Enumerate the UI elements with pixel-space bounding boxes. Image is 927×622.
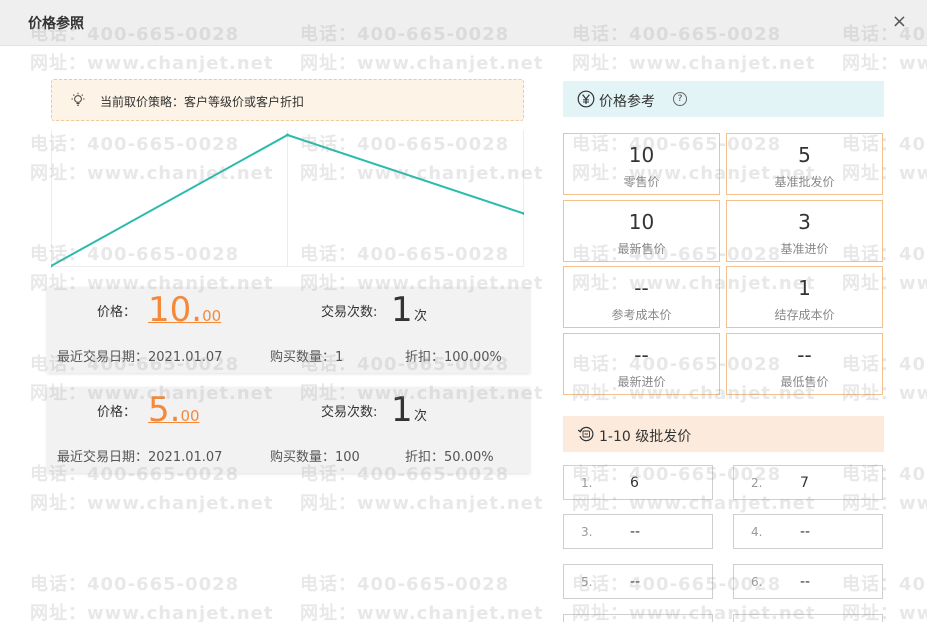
wholesale-price-field[interactable]: 1. 6 <box>563 465 713 500</box>
price-value: 3 <box>798 210 811 234</box>
price-value: -- <box>634 276 649 300</box>
wholesale-levels-title: 1-10 级批发价 <box>599 429 692 445</box>
level-price: 6 <box>630 475 639 491</box>
latest-purchase-price-box: -- 最新进价 <box>563 333 720 395</box>
last-transaction-date: 最近交易日期：2021.01.07 <box>57 350 223 365</box>
price-value: 5 <box>798 143 811 167</box>
price-name: 结存成本价 <box>774 308 835 322</box>
watermark-site: 网址：www.chanjet.net <box>30 53 274 74</box>
watermark-site: 网址：www.chanjet.net <box>300 603 544 622</box>
yen-circle-icon <box>577 90 595 108</box>
price-name: 最低售价 <box>780 375 829 389</box>
base-purchase-price-box: 3 基准进价 <box>726 200 883 262</box>
purchase-quantity: 购买数量：1 <box>270 350 344 365</box>
help-icon[interactable]: ? <box>673 92 687 106</box>
last-transaction-date: 最近交易日期：2021.01.07 <box>57 450 223 465</box>
wholesale-price-field[interactable]: 3. -- <box>563 514 713 549</box>
price-name: 基准批发价 <box>774 175 835 189</box>
price-name: 参考成本价 <box>611 308 672 322</box>
price-name: 基准进价 <box>780 242 829 256</box>
price-value: 10 <box>628 210 655 234</box>
level-index: 3. <box>581 525 593 539</box>
transaction-record-card[interactable]: 价格： 5.00 交易次数: 1 次 最近交易日期：2021.01.07 购买数… <box>47 387 530 473</box>
price-name: 最新售价 <box>617 242 666 256</box>
level-index: 6. <box>751 575 763 589</box>
price-reference-title: 价格参考 <box>599 94 655 110</box>
wholesale-price-field[interactable]: 5. -- <box>563 564 713 599</box>
watermark-site: 网址：www.chanjet.net <box>300 493 544 514</box>
dialog-titlebar: 价格参照 × <box>0 0 927 46</box>
price-value: 10 <box>628 143 655 167</box>
transaction-count-label: 交易次数: <box>321 305 378 320</box>
wholesale-price-field[interactable]: 4. -- <box>733 514 883 549</box>
close-icon[interactable]: × <box>892 12 907 32</box>
watermark-site: 网址：www.chanjet.net <box>842 53 927 74</box>
wholesale-level-icon <box>577 426 594 442</box>
transaction-count: 1 <box>391 390 413 430</box>
transaction-price[interactable]: 5.00 <box>148 393 200 427</box>
discount: 折扣：50.00% <box>405 450 494 465</box>
price-reference-header: 价格参考 ? <box>563 81 884 117</box>
level-price: 7 <box>800 475 809 491</box>
level-price: -- <box>800 524 811 540</box>
wholesale-price-field[interactable]: 6. -- <box>733 564 883 599</box>
wholesale-price-field[interactable] <box>733 614 883 622</box>
reference-cost-price-box: -- 参考成本价 <box>563 266 720 328</box>
stock-cost-price-box: 1 结存成本价 <box>726 266 883 328</box>
price-value: -- <box>634 343 649 367</box>
transaction-count-unit: 次 <box>414 309 428 324</box>
price-label: 价格： <box>97 305 137 320</box>
price-value: 1 <box>798 276 811 300</box>
transaction-count-unit: 次 <box>414 409 428 424</box>
discount: 折扣：100.00% <box>405 350 502 365</box>
price-label: 价格： <box>97 405 137 420</box>
level-index: 2. <box>751 476 763 490</box>
price-data-point[interactable] <box>286 133 289 137</box>
dialog-title: 价格参照 <box>28 16 84 32</box>
level-index: 1. <box>581 476 593 490</box>
pricing-strategy-text: 当前取价策略：客户等级价或客户折扣 <box>100 95 305 109</box>
price-value: -- <box>797 343 812 367</box>
level-price: -- <box>630 574 641 590</box>
price-name: 最新进价 <box>617 375 666 389</box>
watermark-site: 网址：www.chanjet.net <box>30 603 274 622</box>
pricing-strategy-notice: 当前取价策略：客户等级价或客户折扣 <box>51 79 524 121</box>
wholesale-price-field[interactable] <box>563 614 713 622</box>
price-name: 零售价 <box>623 175 660 189</box>
transaction-count: 1 <box>391 290 413 330</box>
transaction-record-card[interactable]: 价格： 10.00 交易次数: 1 次 最近交易日期：2021.01.07 购买… <box>47 287 530 373</box>
watermark-phone: 电话：400-665-0028 <box>300 574 510 595</box>
watermark-phone: 电话：400-665-0028 <box>30 574 240 595</box>
latest-sale-price-box: 10 最新售价 <box>563 200 720 262</box>
level-index: 4. <box>751 525 763 539</box>
watermark-site: 网址：www.chanjet.net <box>300 53 544 74</box>
lightbulb-icon <box>71 92 85 106</box>
level-price: -- <box>630 524 641 540</box>
transaction-price[interactable]: 10.00 <box>148 293 221 327</box>
watermark-site: 网址：www.chanjet.net <box>30 493 274 514</box>
watermark-site: 网址：www.chanjet.net <box>572 53 816 74</box>
purchase-quantity: 购买数量：100 <box>270 450 360 465</box>
level-price: -- <box>800 574 811 590</box>
wholesale-levels-header: 1-10 级批发价 <box>563 416 884 452</box>
base-wholesale-price-box: 5 基准批发价 <box>726 133 883 195</box>
price-trend-chart <box>51 130 524 268</box>
retail-price-box: 10 零售价 <box>563 133 720 195</box>
wholesale-price-field[interactable]: 2. 7 <box>733 465 883 500</box>
lowest-sale-price-box: -- 最低售价 <box>726 333 883 395</box>
transaction-count-label: 交易次数: <box>321 405 378 420</box>
level-index: 5. <box>581 575 593 589</box>
